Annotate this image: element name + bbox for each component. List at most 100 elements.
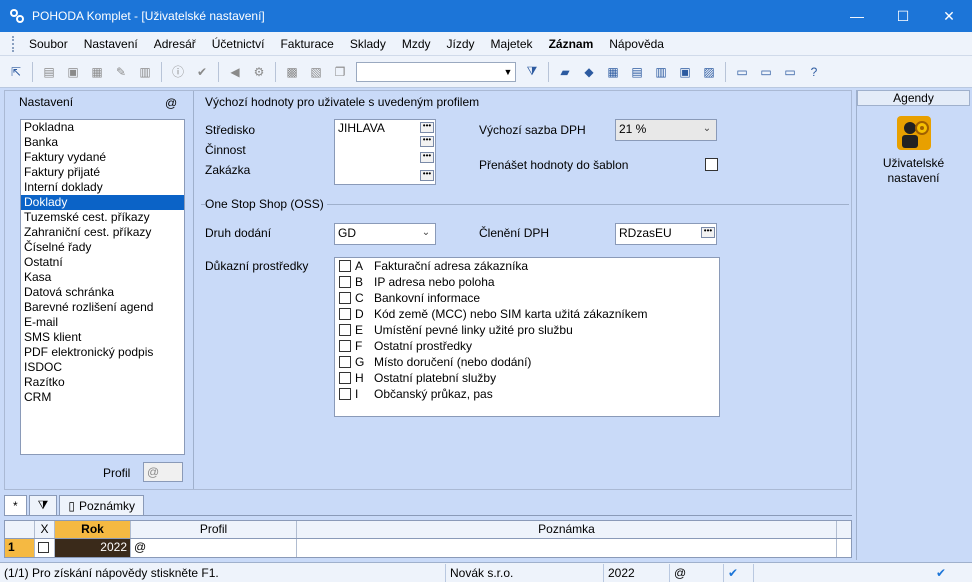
proof-item[interactable]: F Ostatní prostředky bbox=[335, 338, 719, 354]
list-item[interactable]: Faktury vydané bbox=[21, 150, 184, 165]
tab-filter[interactable]: ⧩ bbox=[28, 495, 58, 515]
menu-soubor[interactable]: Soubor bbox=[21, 37, 76, 51]
document-icon[interactable]: ▭ bbox=[732, 62, 752, 82]
proof-item[interactable]: H Ostatní platební služby bbox=[335, 370, 719, 386]
note-icon[interactable]: ▭ bbox=[780, 62, 800, 82]
proof-item[interactable]: G Místo doručení (nebo dodání) bbox=[335, 354, 719, 370]
list-item[interactable]: Kasa bbox=[21, 270, 184, 285]
proof-item[interactable]: C Bankovní informace bbox=[335, 290, 719, 306]
proof-item[interactable]: E Umístění pevné linky užité pro službu bbox=[335, 322, 719, 338]
chevron-down-icon[interactable]: ▼ bbox=[501, 63, 515, 81]
cleneni-picker-button[interactable]: ••• bbox=[701, 227, 715, 238]
list-item[interactable]: Tuzemské cest. příkazy bbox=[21, 210, 184, 225]
filter-icon[interactable]: ⧩ bbox=[522, 62, 542, 82]
user-settings-icon[interactable] bbox=[895, 114, 933, 152]
proof-checkbox[interactable] bbox=[339, 292, 351, 304]
settings-gear-icon[interactable]: ⚙ bbox=[249, 62, 269, 82]
stredisko-picker-button-2[interactable]: ••• bbox=[420, 136, 434, 147]
maximize-button[interactable]: ☐ bbox=[880, 0, 926, 32]
menu-majetek[interactable]: Majetek bbox=[483, 37, 541, 51]
list-item[interactable]: Zahraniční cest. příkazy bbox=[21, 225, 184, 240]
rok-column-header[interactable]: Rok bbox=[55, 521, 131, 538]
dph-select[interactable]: 21 % ⌄ bbox=[615, 119, 717, 141]
profil-cell[interactable]: @ bbox=[131, 539, 297, 557]
help-pointer-icon[interactable]: ? bbox=[804, 62, 824, 82]
tab-notes[interactable]: ▯ Poznámky bbox=[59, 495, 145, 515]
menu-ucetnictvi[interactable]: Účetnictví bbox=[204, 37, 273, 51]
druh-dodani-select[interactable]: GD ⌄ bbox=[334, 223, 436, 245]
proof-item[interactable]: A Fakturační adresa zákazníka bbox=[335, 258, 719, 274]
list-item[interactable]: Faktury přijaté bbox=[21, 165, 184, 180]
poznamka-cell[interactable] bbox=[297, 539, 837, 557]
list-item[interactable]: CRM bbox=[21, 390, 184, 405]
proof-checkbox[interactable] bbox=[339, 276, 351, 288]
row-number[interactable]: 1 bbox=[5, 539, 35, 557]
proof-checkbox[interactable] bbox=[339, 340, 351, 352]
copy-icon[interactable]: ❐ bbox=[330, 62, 350, 82]
info-icon[interactable]: ⓘ bbox=[168, 62, 188, 82]
menu-zaznam[interactable]: Záznam bbox=[541, 37, 602, 51]
proof-checkbox[interactable] bbox=[339, 372, 351, 384]
row-x-cell[interactable] bbox=[35, 539, 55, 557]
stredisko-picker-button[interactable]: ••• bbox=[420, 122, 434, 133]
menu-jizdy[interactable]: Jízdy bbox=[439, 37, 483, 51]
back-arrow-icon[interactable]: ◀ bbox=[225, 62, 245, 82]
agenda-item-label[interactable]: Uživatelské nastavení bbox=[857, 156, 970, 186]
exit-icon[interactable]: ⇱ bbox=[6, 62, 26, 82]
list-item[interactable]: Datová schránka bbox=[21, 285, 184, 300]
menu-napoveda[interactable]: Nápověda bbox=[601, 37, 672, 51]
list-item[interactable]: Barevné rozlišení agend bbox=[21, 300, 184, 315]
poznamka-column-header[interactable]: Poznámka bbox=[297, 521, 837, 538]
calendar-icon[interactable]: ▦ bbox=[603, 62, 623, 82]
profil-field[interactable]: @ bbox=[143, 462, 183, 482]
edit-icon[interactable]: ✎ bbox=[111, 62, 131, 82]
calculator-icon[interactable]: ▤ bbox=[627, 62, 647, 82]
list-item[interactable]: SMS klient bbox=[21, 330, 184, 345]
menu-sklady[interactable]: Sklady bbox=[342, 37, 394, 51]
settings-list[interactable]: Pokladna Banka Faktury vydané Faktury př… bbox=[20, 119, 185, 455]
print-icon[interactable]: ▥ bbox=[135, 62, 155, 82]
menu-fakturace[interactable]: Fakturace bbox=[272, 37, 341, 51]
proof-item[interactable]: I Občanský průkaz, pas bbox=[335, 386, 719, 402]
close-button[interactable]: ✕ bbox=[926, 0, 972, 32]
x-column-header[interactable]: X bbox=[35, 521, 55, 538]
proof-item[interactable]: B IP adresa nebo poloha bbox=[335, 274, 719, 290]
profil-column-header[interactable]: Profil bbox=[131, 521, 297, 538]
rok-cell[interactable]: 2022 bbox=[55, 539, 131, 557]
new-record-icon[interactable]: ▤ bbox=[39, 62, 59, 82]
table-row[interactable]: 1 2022 @ bbox=[5, 539, 851, 557]
table-icon[interactable]: ▥ bbox=[651, 62, 671, 82]
check-icon[interactable]: ✔ bbox=[192, 62, 212, 82]
list-item[interactable]: E-mail bbox=[21, 315, 184, 330]
minimize-button[interactable]: — bbox=[834, 0, 880, 32]
list-item[interactable]: Číselné řady bbox=[21, 240, 184, 255]
list-item[interactable]: Razítko bbox=[21, 375, 184, 390]
proof-checkbox[interactable] bbox=[339, 308, 351, 320]
account-icon[interactable]: ▨ bbox=[699, 62, 719, 82]
list-item[interactable]: Banka bbox=[21, 135, 184, 150]
folder-icon[interactable]: ▰ bbox=[555, 62, 575, 82]
row-checkbox[interactable] bbox=[38, 542, 49, 553]
at-symbol[interactable]: @ bbox=[165, 96, 177, 110]
quick-search-combo[interactable]: ▼ bbox=[356, 61, 516, 82]
proof-checkbox[interactable] bbox=[339, 356, 351, 368]
proof-checkbox[interactable] bbox=[339, 324, 351, 336]
proof-checkbox[interactable] bbox=[339, 388, 351, 400]
cinnost-picker-button[interactable]: ••• bbox=[420, 152, 434, 163]
list-item[interactable]: Pokladna bbox=[21, 120, 184, 135]
save-icon[interactable]: ▩ bbox=[282, 62, 302, 82]
copy-record-icon[interactable]: ▣ bbox=[63, 62, 83, 82]
save-as-icon[interactable]: ▧ bbox=[306, 62, 326, 82]
stredisko-input[interactable]: JIHLAVA ••• ••• ••• ••• bbox=[334, 119, 436, 185]
tab-star[interactable]: * bbox=[4, 495, 27, 515]
list-item[interactable]: PDF elektronický podpis bbox=[21, 345, 184, 360]
list-item[interactable]: Interní doklady bbox=[21, 180, 184, 195]
cleneni-dph-input[interactable]: RDzasEU ••• bbox=[615, 223, 717, 245]
menu-adresar[interactable]: Adresář bbox=[146, 37, 204, 51]
menu-mzdy[interactable]: Mzdy bbox=[394, 37, 439, 51]
list-item[interactable]: ISDOC bbox=[21, 360, 184, 375]
proof-checkbox[interactable] bbox=[339, 260, 351, 272]
sablon-checkbox[interactable] bbox=[705, 158, 718, 171]
list-item[interactable]: Ostatní bbox=[21, 255, 184, 270]
window-icon[interactable]: ▭ bbox=[756, 62, 776, 82]
